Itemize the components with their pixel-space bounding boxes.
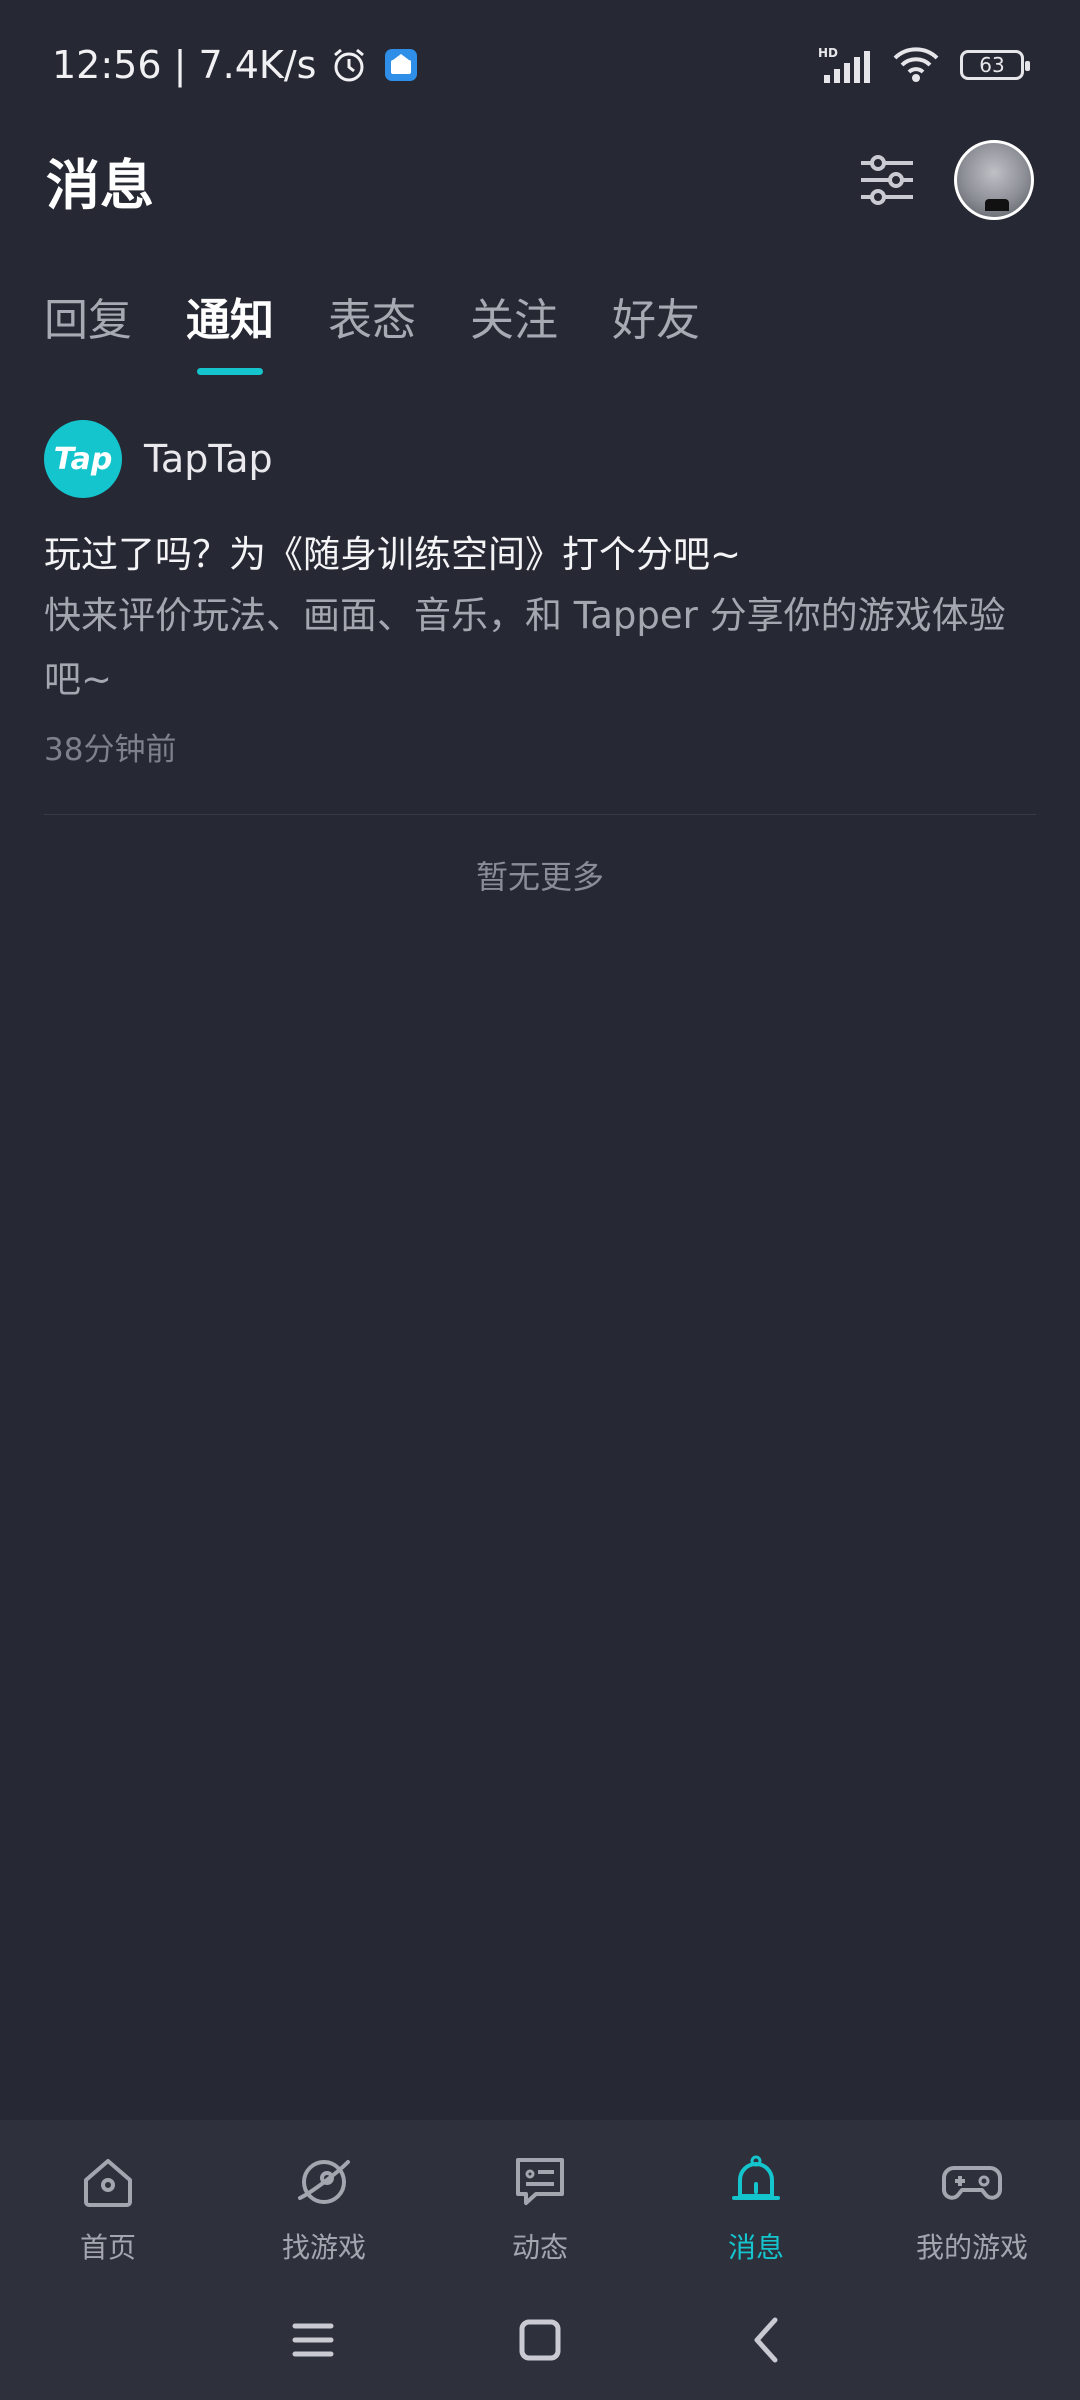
wifi-icon [892,46,940,84]
sliders-icon [861,155,913,205]
tab-label: 表态 [328,295,416,346]
nav-label: 消息 [727,2231,784,2264]
back-button[interactable] [727,2300,807,2380]
alarm-icon [330,46,368,84]
notification-item[interactable]: Tap TapTap 玩过了吗？为《随身训练空间》打个分吧~ 快来评价玩法、画面… [44,420,1036,769]
nav-label: 动态 [511,2231,568,2264]
bottom-navigation: 首页 找游戏 动态 消息 我的游戏 [0,2120,1080,2280]
tab-label: 好友 [612,295,700,346]
back-arrow-icon [754,2317,778,2363]
status-right: HD 63 [818,45,1030,85]
notification-time: 38分钟前 [44,732,177,768]
status-time-speed: 12:56 | 7.4K/s [52,43,317,87]
tab-label: 通知 [186,295,274,346]
nav-item-home[interactable]: 首页 [8,2150,208,2266]
logo-text: Tap [53,441,113,477]
nav-label: 首页 [79,2231,136,2264]
tab-label: 回复 [44,295,132,346]
message-tabs: 回复 通知 表态 关注 好友 [0,270,1080,380]
gamepad-icon [940,2150,1004,2214]
planet-icon [292,2150,356,2214]
square-icon [519,2319,561,2361]
nav-item-discover[interactable]: 找游戏 [224,2150,424,2266]
status-bar: 12:56 | 7.4K/s HD 63 [0,0,1080,130]
nav-label: 我的游戏 [915,2231,1028,2264]
svg-text:HD: HD [818,46,838,60]
status-left: 12:56 | 7.4K/s [52,43,420,87]
notification-header: Tap TapTap [44,420,1036,498]
menu-icon [292,2323,334,2357]
page-title: 消息 [46,153,154,217]
battery-level: 63 [979,53,1005,77]
signal-icon: HD [818,45,872,85]
sender-name[interactable]: TapTap [144,437,273,481]
home-button[interactable] [500,2300,580,2380]
home-icon [76,2150,140,2214]
user-avatar[interactable] [954,140,1034,220]
filter-settings-button[interactable] [856,149,918,211]
messages-screen: 12:56 | 7.4K/s HD 63 消息 回复 通知 表态 关注 好友 T… [0,0,1080,2400]
active-tab-indicator [197,368,263,375]
divider [44,814,1036,815]
header-actions [856,140,1034,220]
nav-item-messages[interactable]: 消息 [656,2150,856,2266]
recent-apps-button[interactable] [273,2300,353,2380]
notification-body: 快来评价玩法、画面、音乐，和 Tapper 分享你的游戏体验吧~ [44,594,1006,701]
no-more-text: 暂无更多 [475,858,604,896]
tab-reactions[interactable]: 表态 [328,270,416,380]
nav-label: 找游戏 [281,2231,366,2264]
battery-indicator: 63 [960,50,1030,80]
app-notification-icon [382,46,420,84]
chat-icon [508,2150,572,2214]
page-header: 消息 [0,130,1080,230]
taptap-logo-icon[interactable]: Tap [44,420,122,498]
notification-title: 玩过了吗？为《随身训练空间》打个分吧~ [44,533,742,576]
system-navigation-bar [0,2280,1080,2400]
nav-item-feed[interactable]: 动态 [440,2150,640,2266]
tab-notification[interactable]: 通知 [186,270,274,380]
tab-following[interactable]: 关注 [470,270,558,380]
nav-item-my-games[interactable]: 我的游戏 [872,2150,1072,2266]
tab-label: 关注 [470,295,558,346]
tab-reply[interactable]: 回复 [44,270,132,380]
bell-icon [724,2150,788,2214]
tab-friends[interactable]: 好友 [612,270,700,380]
